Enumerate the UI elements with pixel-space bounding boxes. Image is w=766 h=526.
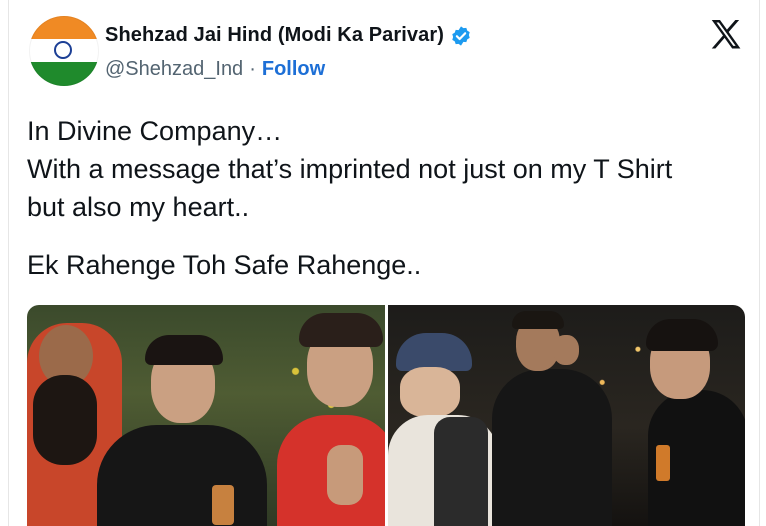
photo-right[interactable]: [387, 305, 745, 526]
beard: [33, 375, 97, 465]
tweet-card: Shehzad Jai Hind (Modi Ka Parivar) @Sheh…: [8, 0, 760, 526]
verified-badge-icon: [452, 25, 470, 46]
cap: [395, 333, 472, 371]
vest: [433, 417, 488, 526]
hair: [145, 335, 223, 365]
person-face: [399, 367, 460, 417]
person-face: [552, 335, 579, 365]
author-display-name[interactable]: Shehzad Jai Hind (Modi Ka Parivar): [105, 24, 444, 47]
tshirt-print: [655, 445, 670, 481]
author-handle-row: @Shehzad_Ind · Follow: [105, 58, 325, 81]
tweet-line-2: With a message that’s imprinted not just…: [27, 154, 673, 184]
tweet-line-1: In Divine Company…: [27, 116, 283, 146]
photo-left[interactable]: [27, 305, 385, 526]
separator-dot: ·: [249, 58, 256, 80]
folded-hands: [327, 445, 363, 505]
hair: [511, 311, 564, 329]
follow-button[interactable]: Follow: [262, 58, 325, 81]
hair: [645, 319, 718, 351]
person-figure: [97, 425, 267, 526]
tshirt-print: [212, 485, 234, 525]
profile-avatar[interactable]: [29, 16, 99, 86]
hair: [299, 313, 383, 347]
tweet-line-3: but also my heart..: [27, 192, 250, 222]
author-name-row: Shehzad Jai Hind (Modi Ka Parivar): [105, 24, 472, 47]
x-logo-icon[interactable]: [707, 16, 745, 54]
tweet-line-4: Ek Rahenge Toh Safe Rahenge..: [27, 250, 422, 280]
ashoka-chakra-icon: [54, 41, 72, 59]
person-figure: [491, 369, 612, 526]
author-handle[interactable]: @Shehzad_Ind: [105, 58, 243, 81]
tweet-text: In Divine Company… With a message that’s…: [27, 112, 757, 284]
tweet-media: [27, 305, 745, 526]
